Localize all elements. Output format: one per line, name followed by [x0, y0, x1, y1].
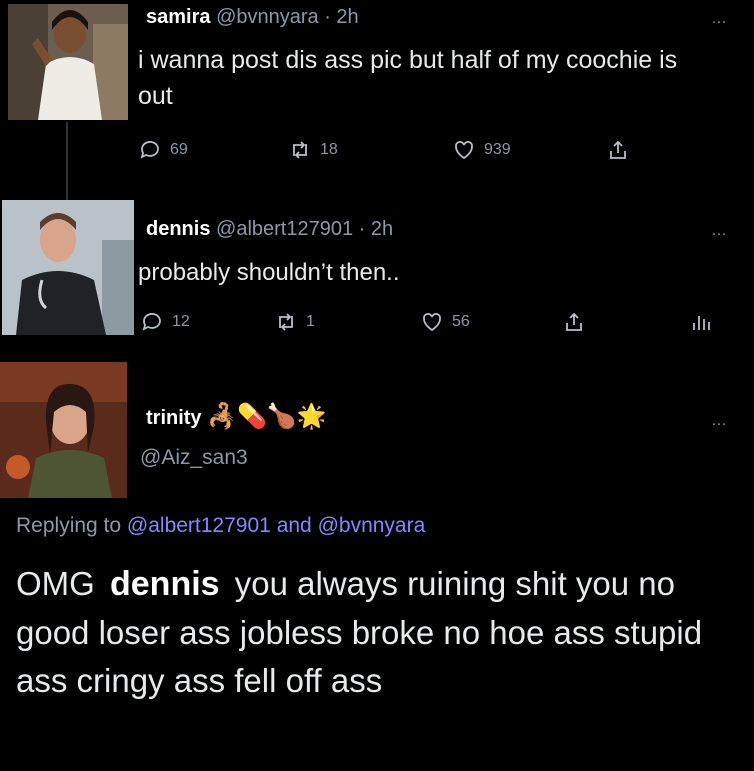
share-button[interactable]	[606, 138, 630, 162]
name-emojis: 🦂💊🍗🌟	[207, 403, 327, 430]
retweet-icon	[293, 141, 307, 159]
heart-icon	[423, 313, 441, 332]
retweet-button[interactable]: 1	[274, 310, 315, 334]
reply-count: 69	[170, 141, 188, 158]
thread-connector-line	[66, 122, 68, 200]
text-overlay-name: dennis	[110, 565, 220, 603]
share-icon	[566, 312, 582, 331]
retweet-count: 18	[320, 141, 338, 158]
share-button[interactable]	[562, 310, 586, 334]
retweet-count: 1	[306, 313, 315, 330]
reply-icon	[142, 313, 161, 331]
analytics-icon	[693, 316, 710, 330]
heart-icon	[455, 141, 473, 160]
tweet-text: i wanna post dis ass pic but half of my …	[138, 46, 678, 111]
replying-and: and	[276, 514, 312, 537]
avatar[interactable]	[0, 362, 127, 498]
user-handle[interactable]: @Aiz_san3	[140, 446, 248, 470]
more-options-icon[interactable]: …	[711, 222, 728, 240]
retweet-icon	[279, 313, 293, 331]
display-name[interactable]: samira	[146, 6, 211, 28]
more-options-icon[interactable]: …	[711, 412, 728, 430]
analytics-button[interactable]	[688, 310, 712, 334]
user-handle[interactable]: @bvnnyara	[216, 6, 319, 28]
avatar[interactable]	[2, 200, 134, 335]
reply-button[interactable]: 69	[138, 138, 188, 162]
mention-link[interactable]: @bvnnyara	[318, 514, 426, 537]
timestamp[interactable]: · 2h	[324, 6, 358, 28]
replying-to: Replying to @albert127901 and @bvnnyara	[16, 514, 425, 538]
more-options-icon[interactable]: …	[711, 10, 728, 28]
user-handle[interactable]: @albert127901	[216, 218, 353, 240]
reply-button[interactable]: 12	[140, 310, 190, 334]
tweet-text: OMG dennis you always ruining shit you n…	[16, 560, 740, 705]
like-button[interactable]: 939	[452, 138, 511, 162]
avatar[interactable]	[8, 4, 128, 120]
reply-count: 12	[172, 313, 190, 330]
tweet-text: probably shouldn’t then..	[138, 259, 400, 286]
retweet-button[interactable]: 18	[288, 138, 338, 162]
text-start: OMG	[16, 565, 95, 602]
timestamp[interactable]: · 2h	[359, 218, 393, 240]
display-name[interactable]: dennis	[146, 218, 210, 240]
mention-link[interactable]: @albert127901	[127, 514, 271, 537]
display-name[interactable]: trinity	[146, 407, 202, 429]
share-icon	[610, 140, 626, 159]
reply-icon	[140, 141, 159, 159]
replying-prefix: Replying to	[16, 514, 122, 537]
like-count: 939	[484, 141, 511, 158]
like-button[interactable]: 56	[420, 310, 470, 334]
like-count: 56	[452, 313, 470, 330]
